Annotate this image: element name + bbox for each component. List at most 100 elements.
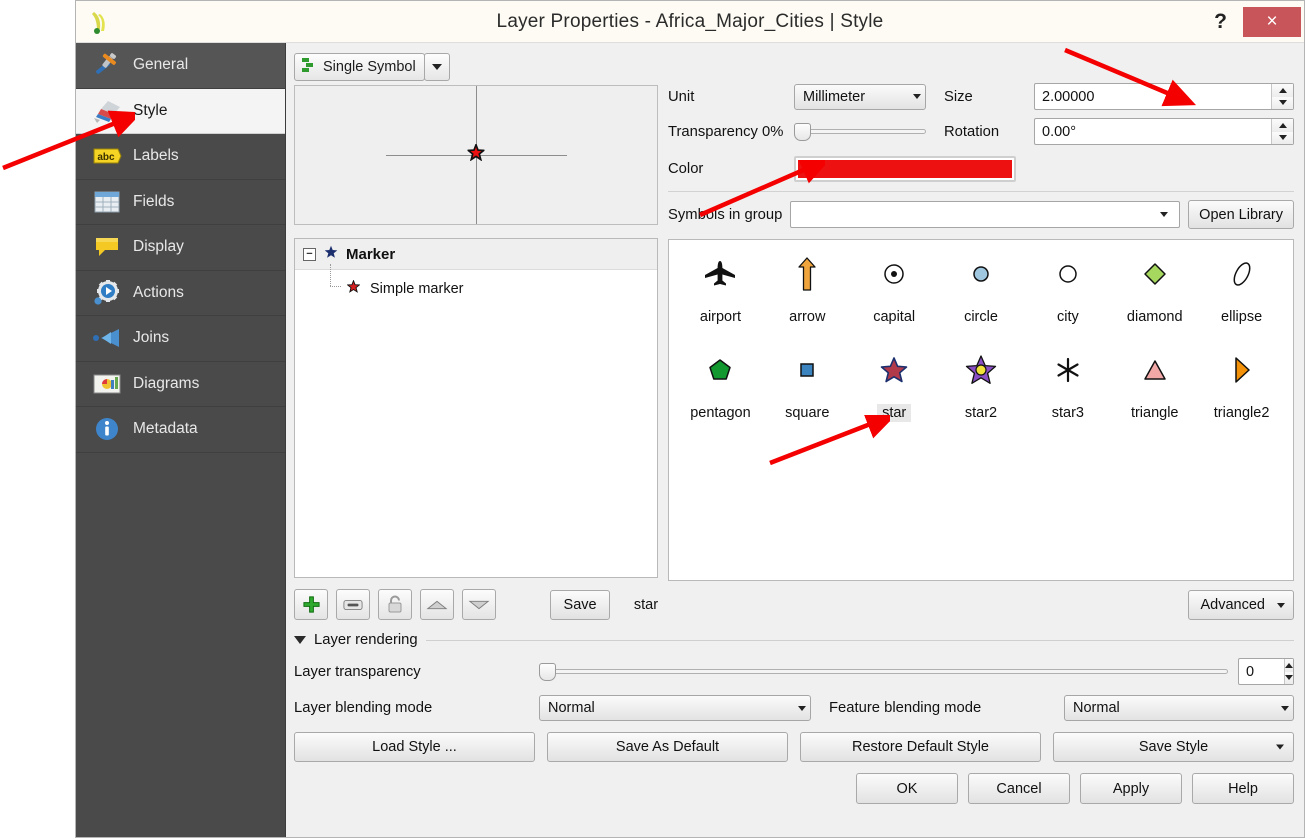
size-input[interactable] — [1035, 87, 1271, 106]
symbol-item-ellipse[interactable]: ellipse — [1198, 254, 1285, 326]
transparency-slider-handle[interactable] — [794, 122, 811, 141]
sidebar-item-general[interactable]: General — [76, 43, 285, 89]
symbol-gallery-row: airport arrow capital circle city diamon… — [677, 254, 1285, 326]
symbol-item-triangle[interactable]: triangle — [1111, 350, 1198, 422]
add-symbol-layer-button[interactable] — [294, 589, 329, 620]
layer-blending-label: Layer blending mode — [294, 700, 433, 716]
color-label: Color — [668, 161, 704, 177]
size-spin-arrows[interactable] — [1271, 84, 1293, 109]
rotation-decrement-button[interactable] — [1272, 131, 1293, 144]
layer-transparency-handle[interactable] — [539, 662, 556, 681]
sidebar-item-label: Fields — [133, 192, 175, 210]
layer-rendering-section: Layer rendering Layer transparency 0 Lay… — [294, 632, 1294, 721]
symbol-item-star2[interactable]: star2 — [938, 350, 1025, 422]
sidebar-item-labels[interactable]: abc Labels — [76, 134, 285, 180]
symbol-tree-root-row[interactable]: − Marker — [295, 239, 657, 270]
save-style-button[interactable]: Save Style — [1053, 732, 1294, 762]
symbol-item-city[interactable]: city — [1024, 254, 1111, 326]
sidebar-item-joins[interactable]: Joins — [76, 316, 285, 362]
symbol-item-arrow[interactable]: arrow — [764, 254, 851, 326]
save-as-default-button[interactable]: Save As Default — [547, 732, 788, 762]
symbol-properties: Unit Millimeter Size 2.00000 Transparenc… — [668, 83, 1294, 182]
feature-blending-label: Feature blending mode — [829, 700, 982, 716]
symbol-item-square[interactable]: square — [764, 350, 851, 422]
lock-layer-button[interactable] — [378, 589, 413, 620]
size-stepper[interactable] — [1034, 83, 1294, 110]
capital-dot-icon — [882, 254, 906, 294]
restore-default-style-button[interactable]: Restore Default Style — [800, 732, 1041, 762]
layer-transparency-slider[interactable] — [539, 662, 1228, 681]
layer-transparency-spin-arrows[interactable] — [1284, 659, 1293, 684]
renderer-type-dropdown-button[interactable] — [423, 53, 450, 81]
chevron-down-icon — [1281, 705, 1289, 711]
sidebar-item-display[interactable]: Display — [76, 225, 285, 271]
layer-transparency-stepper[interactable] — [1238, 658, 1294, 685]
unit-value: Millimeter — [803, 88, 866, 105]
symbol-tree-child-row[interactable]: Simple marker — [295, 264, 657, 297]
layer-blending-select[interactable]: Normal — [539, 695, 811, 721]
chevron-down-icon — [1276, 744, 1284, 750]
symbol-item-airport[interactable]: airport — [677, 254, 764, 326]
sidebar-item-metadata[interactable]: Metadata — [76, 407, 285, 453]
symbol-label: capital — [873, 309, 916, 325]
save-symbol-button[interactable]: Save — [550, 589, 610, 620]
size-label: Size — [944, 88, 973, 105]
rotation-label: Rotation — [944, 123, 1000, 140]
feature-blending-select[interactable]: Normal — [1064, 695, 1294, 721]
sidebar-item-label: General — [133, 56, 189, 74]
advanced-menu-button[interactable]: Advanced — [1187, 590, 1294, 620]
dialog-footer: Load Style ... Save As Default Restore D… — [294, 732, 1294, 804]
symbol-item-diamond[interactable]: diamond — [1111, 254, 1198, 326]
help-button[interactable]: ? — [1198, 10, 1243, 34]
collapse-expander-icon[interactable]: − — [303, 247, 316, 261]
diamond-icon — [1142, 254, 1168, 294]
section-divider — [425, 639, 1294, 641]
renderer-type-combo[interactable]: Single Symbol — [294, 53, 425, 81]
sidebar-item-fields[interactable]: Fields — [76, 180, 285, 225]
chevron-down-icon — [913, 94, 921, 99]
symbol-item-triangle2[interactable]: triangle2 — [1198, 350, 1285, 422]
symbol-item-star3[interactable]: star3 — [1024, 350, 1111, 422]
ok-button[interactable]: OK — [856, 773, 958, 804]
symbol-item-circle[interactable]: circle — [938, 254, 1025, 326]
chevron-down-icon — [1277, 602, 1285, 608]
sidebar-item-actions[interactable]: Actions — [76, 271, 285, 316]
symbols-in-group-select[interactable] — [790, 201, 1181, 228]
color-swatch-button[interactable] — [794, 156, 1016, 182]
symbol-item-star[interactable]: star — [851, 350, 938, 422]
move-layer-up-button[interactable] — [420, 589, 455, 620]
layer-transparency-input[interactable] — [1239, 662, 1284, 681]
help-footer-button[interactable]: Help — [1192, 773, 1294, 804]
move-layer-down-button[interactable] — [462, 589, 497, 620]
size-increment-button[interactable] — [1272, 84, 1293, 97]
cancel-button[interactable]: Cancel — [968, 773, 1070, 804]
symbol-item-capital[interactable]: capital — [851, 254, 938, 326]
star2-icon — [964, 350, 998, 390]
open-library-button[interactable]: Open Library — [1188, 200, 1294, 229]
sidebar-item-diagrams[interactable]: Diagrams — [76, 362, 285, 407]
layer-transparency-increment-button[interactable] — [1285, 659, 1293, 672]
close-button[interactable]: × — [1243, 7, 1301, 37]
brush-icon — [92, 96, 122, 126]
size-decrement-button[interactable] — [1272, 96, 1293, 109]
chevron-down-icon — [1153, 202, 1175, 227]
sidebar-item-label: Labels — [133, 147, 179, 165]
rotation-input[interactable] — [1035, 122, 1271, 141]
apply-button[interactable]: Apply — [1080, 773, 1182, 804]
rotation-spin-arrows[interactable] — [1271, 119, 1293, 144]
symbol-item-pentagon[interactable]: pentagon — [677, 350, 764, 422]
load-style-button[interactable]: Load Style ... — [294, 732, 535, 762]
symbol-label: arrow — [789, 309, 826, 325]
layer-transparency-decrement-button[interactable] — [1285, 671, 1293, 684]
renderer-row: Single Symbol — [294, 51, 1294, 83]
unit-select[interactable]: Millimeter — [794, 83, 926, 110]
layer-rendering-title: Layer rendering — [314, 632, 418, 648]
sidebar-item-style[interactable]: Style — [76, 88, 285, 134]
symbol-label: star2 — [964, 405, 998, 421]
rotation-stepper[interactable] — [1034, 118, 1294, 145]
layer-rendering-header[interactable]: Layer rendering — [294, 632, 1294, 648]
remove-symbol-layer-button[interactable] — [336, 589, 371, 620]
rotation-increment-button[interactable] — [1272, 119, 1293, 132]
transparency-slider[interactable] — [794, 119, 926, 141]
symbol-gallery-row: pentagon square star star2 star3 triangl… — [677, 350, 1285, 422]
